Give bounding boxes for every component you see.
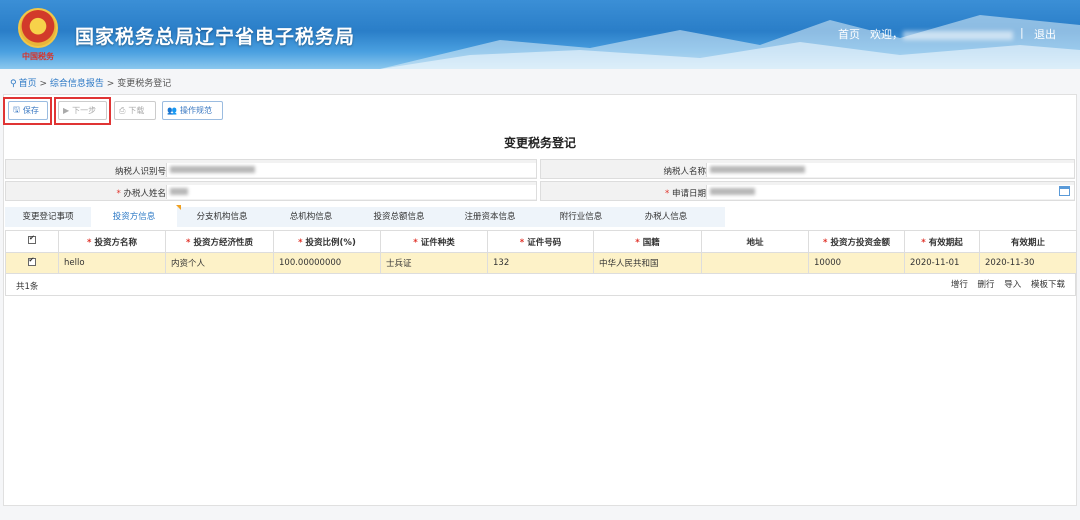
column-header: 地址	[701, 230, 809, 253]
info-row-2: * 办税人姓名 * 申请日期	[5, 181, 1075, 201]
breadcrumb-current: 变更税务登记	[117, 79, 172, 89]
table-header-row: * 投资方名称 * 投资方经济性质 * 投资比例(%) * 证件种类 * 证件号…	[5, 230, 1077, 253]
save-label: 保存	[22, 106, 39, 115]
blurred-value	[170, 188, 188, 195]
tax-emblem-icon	[18, 8, 58, 48]
select-all-checkbox[interactable]	[28, 234, 36, 244]
apply-date-label: * 申请日期	[636, 187, 706, 199]
main-panel	[3, 94, 1077, 506]
guide-button[interactable]: 👥 操作规范	[162, 101, 223, 120]
tab-handler-info[interactable]: 办税人信息	[625, 207, 707, 227]
save-icon: 🖫	[13, 104, 20, 114]
play-icon: ▶	[63, 106, 70, 115]
guide-label: 操作规范	[179, 106, 212, 115]
investor-table: * 投资方名称 * 投资方经济性质 * 投资比例(%) * 证件种类 * 证件号…	[5, 230, 1077, 274]
download-button[interactable]: ⎙ 下载	[114, 101, 156, 120]
breadcrumb-sep: >	[39, 79, 48, 89]
column-header: * 投资方投资金额	[808, 230, 905, 253]
blurred-value	[170, 166, 255, 173]
column-header: * 投资方名称	[58, 230, 166, 253]
welcome-label: 欢迎，	[870, 28, 903, 41]
tab-total-investment-info[interactable]: 投资总额信息	[355, 207, 443, 227]
import-button[interactable]: 导入	[1004, 280, 1021, 290]
handler-name-text: 办税人姓名	[123, 189, 166, 199]
table-cell[interactable]: 士兵证	[380, 252, 488, 274]
required-mark: *	[116, 189, 121, 199]
tab-change-items[interactable]: 变更登记事项	[5, 207, 91, 227]
column-header: * 证件号码	[487, 230, 594, 253]
next-step-button[interactable]: ▶ 下一步	[58, 101, 107, 120]
table-cell[interactable]: 中华人民共和国	[593, 252, 702, 274]
tab-investor-info[interactable]: 投资方信息	[91, 207, 177, 227]
add-row-button[interactable]: 增行	[951, 280, 968, 290]
logout-link[interactable]: 退出	[1034, 26, 1056, 42]
blurred-value	[710, 166, 805, 173]
handler-name-field[interactable]	[166, 185, 536, 199]
welcome-text: 欢迎，	[870, 26, 1013, 42]
username-blurred	[903, 30, 1013, 40]
column-header: * 投资比例(%)	[273, 230, 381, 253]
row-select-cell	[5, 252, 59, 274]
tab-marker-icon	[176, 205, 181, 210]
table-cell[interactable]: 132	[487, 252, 594, 274]
tab-bar: 变更登记事项 投资方信息 分支机构信息 总机构信息 投资总额信息 注册资本信息 …	[5, 207, 725, 227]
table-cell[interactable]	[701, 252, 809, 274]
column-header: * 证件种类	[380, 230, 488, 253]
table-cell[interactable]: 2020-11-01	[904, 252, 980, 274]
table-cell[interactable]: 2020-11-30	[979, 252, 1077, 274]
table-cell[interactable]: 内资个人	[165, 252, 274, 274]
location-pin-icon: ⚲	[10, 79, 17, 89]
taxpayer-id-label: 纳税人识别号	[114, 167, 166, 177]
delete-row-button[interactable]: 删行	[978, 280, 995, 290]
handler-name-label: * 办税人姓名	[96, 187, 166, 199]
emblem-caption: 中国税务	[22, 52, 54, 61]
download-label: 下载	[128, 106, 145, 115]
handler-name-cell: * 办税人姓名	[5, 181, 537, 201]
table-cell[interactable]: hello	[58, 252, 166, 274]
header-banner: 中国税务 国家税务总局辽宁省电子税务局 首页 欢迎， | 退出	[0, 0, 1080, 69]
apply-date-text: 申请日期	[671, 189, 706, 199]
home-link[interactable]: 首页	[838, 26, 860, 42]
taxpayer-name-label: 纳税人名称	[663, 167, 706, 177]
select-all-cell	[5, 230, 59, 253]
users-icon: 👥	[167, 106, 177, 115]
download-icon: ⎙	[119, 105, 126, 115]
next-label: 下一步	[72, 106, 97, 115]
page-title: 变更税务登记	[503, 136, 576, 150]
apply-date-cell: * 申请日期	[540, 181, 1075, 201]
table-cell[interactable]: 100.00000000	[273, 252, 381, 274]
tab-sub-industry-info[interactable]: 附行业信息	[537, 207, 625, 227]
site-title: 国家税务总局辽宁省电子税务局	[75, 26, 356, 48]
table-cell[interactable]: 10000	[808, 252, 905, 274]
tab-registered-capital-info[interactable]: 注册资本信息	[443, 207, 537, 227]
taxpayer-name-field	[706, 163, 1074, 177]
taxpayer-name-cell: 纳税人名称	[540, 159, 1075, 179]
apply-date-field[interactable]	[706, 185, 1074, 199]
column-header: * 有效期起	[904, 230, 980, 253]
calendar-icon[interactable]	[1059, 186, 1070, 196]
breadcrumb-level1[interactable]: 综合信息报告	[50, 79, 104, 89]
record-count: 共1条	[16, 282, 39, 292]
template-download-button[interactable]: 模板下载	[1031, 280, 1065, 290]
header-separator: |	[1020, 26, 1024, 39]
info-row-1: 纳税人识别号 纳税人名称	[5, 159, 1075, 179]
blurred-value	[710, 188, 755, 195]
table-row[interactable]: hello 内资个人 100.00000000 士兵证 132 中华人民共和国 …	[5, 252, 1077, 274]
column-header: 有效期止	[979, 230, 1077, 253]
table-footer: 共1条 增行 删行 导入 模板下载	[5, 274, 1076, 296]
save-button[interactable]: 🖫 保存	[8, 101, 48, 120]
taxpayer-id-cell: 纳税人识别号	[5, 159, 537, 179]
tab-branch-info[interactable]: 分支机构信息	[177, 207, 267, 227]
column-header: * 国籍	[593, 230, 702, 253]
column-header: * 投资方经济性质	[165, 230, 274, 253]
breadcrumb: ⚲ 首页 > 综合信息报告 > 变更税务登记	[10, 76, 171, 89]
breadcrumb-home[interactable]: 首页	[19, 79, 37, 89]
tab-head-office-info[interactable]: 总机构信息	[267, 207, 355, 227]
required-mark: *	[665, 189, 670, 199]
table-actions: 增行 删行 导入 模板下载	[944, 278, 1065, 290]
taxpayer-id-field	[166, 163, 536, 177]
breadcrumb-sep: >	[106, 79, 115, 89]
row-checkbox[interactable]	[27, 256, 36, 266]
